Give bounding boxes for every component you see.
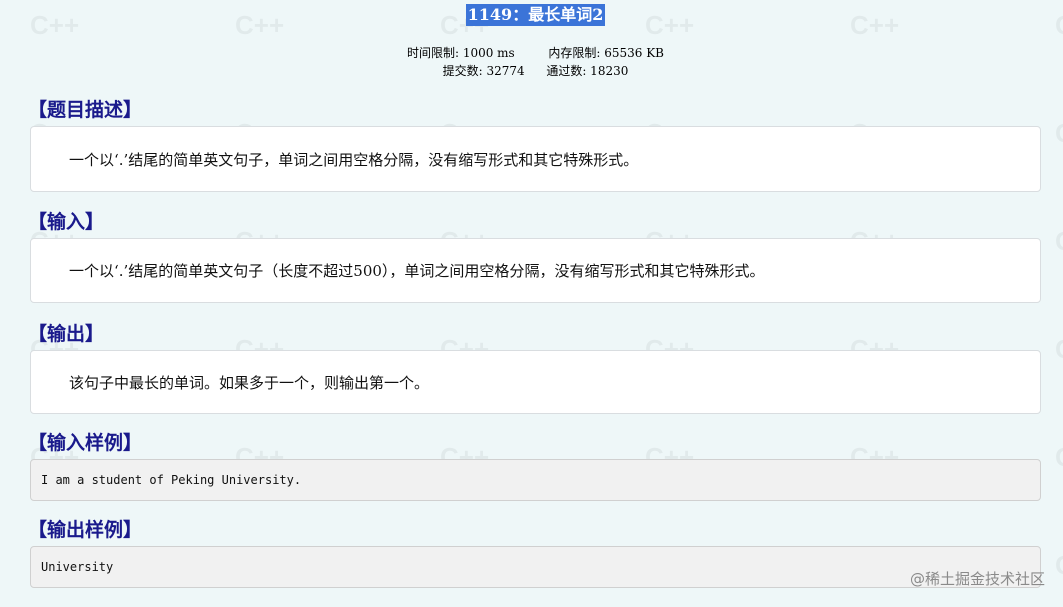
description-text: 一个以‘.’结尾的简单英文句子，单词之间用空格分隔，没有缩写形式和其它特殊形式。 [69, 150, 639, 169]
time-limit: 时间限制: 1000 ms [406, 46, 515, 60]
problem-limits: 时间限制: 1000 ms 内存限制: 65536 KB 提交数: 32774 … [30, 44, 1041, 80]
output-section: 【输出】 该句子中最长的单词。如果多于一个，则输出第一个。 [28, 322, 1041, 414]
sample-input-section: 【输入样例】 I am a student of Peking Universi… [28, 431, 1041, 501]
input-heading: 【输入】 [28, 211, 105, 233]
output-heading: 【输出】 [28, 323, 105, 345]
sample-input-heading: 【输入样例】 [28, 432, 143, 454]
output-box: 该句子中最长的单词。如果多于一个，则输出第一个。 [30, 350, 1041, 414]
sample-output-heading: 【输出样例】 [28, 519, 143, 541]
sample-output-section: 【输出样例】 University [28, 518, 1041, 588]
sample-input-box: I am a student of Peking University. [30, 459, 1041, 501]
input-box: 一个以‘.’结尾的简单英文句子（长度不超过500），单词之间用空格分隔，没有缩写… [30, 238, 1041, 303]
problem-title: 1149：最长单词2 [465, 4, 606, 26]
problem-page: 1149：最长单词2 时间限制: 1000 ms 内存限制: 65536 KB … [0, 0, 1063, 588]
juejin-watermark: @稀土掘金技术社区 [909, 570, 1045, 588]
sample-input-code: I am a student of Peking University. [41, 473, 302, 487]
accepted-count: 通过数: 18230 [546, 64, 629, 78]
submission-count: 提交数: 32774 [442, 64, 525, 78]
input-text: 一个以‘.’结尾的简单英文句子（长度不超过500），单词之间用空格分隔，没有缩写… [69, 262, 765, 280]
memory-limit: 内存限制: 65536 KB [548, 46, 665, 60]
sample-output-box: University [30, 546, 1041, 588]
description-box: 一个以‘.’结尾的简单英文句子，单词之间用空格分隔，没有缩写形式和其它特殊形式。 [30, 126, 1041, 192]
description-heading: 【题目描述】 [28, 99, 143, 121]
description-section: 【题目描述】 一个以‘.’结尾的简单英文句子，单词之间用空格分隔，没有缩写形式和… [28, 98, 1041, 192]
sample-output-code: University [41, 560, 114, 574]
input-section: 【输入】 一个以‘.’结尾的简单英文句子（长度不超过500），单词之间用空格分隔… [28, 210, 1041, 303]
output-text: 该句子中最长的单词。如果多于一个，则输出第一个。 [69, 373, 430, 392]
